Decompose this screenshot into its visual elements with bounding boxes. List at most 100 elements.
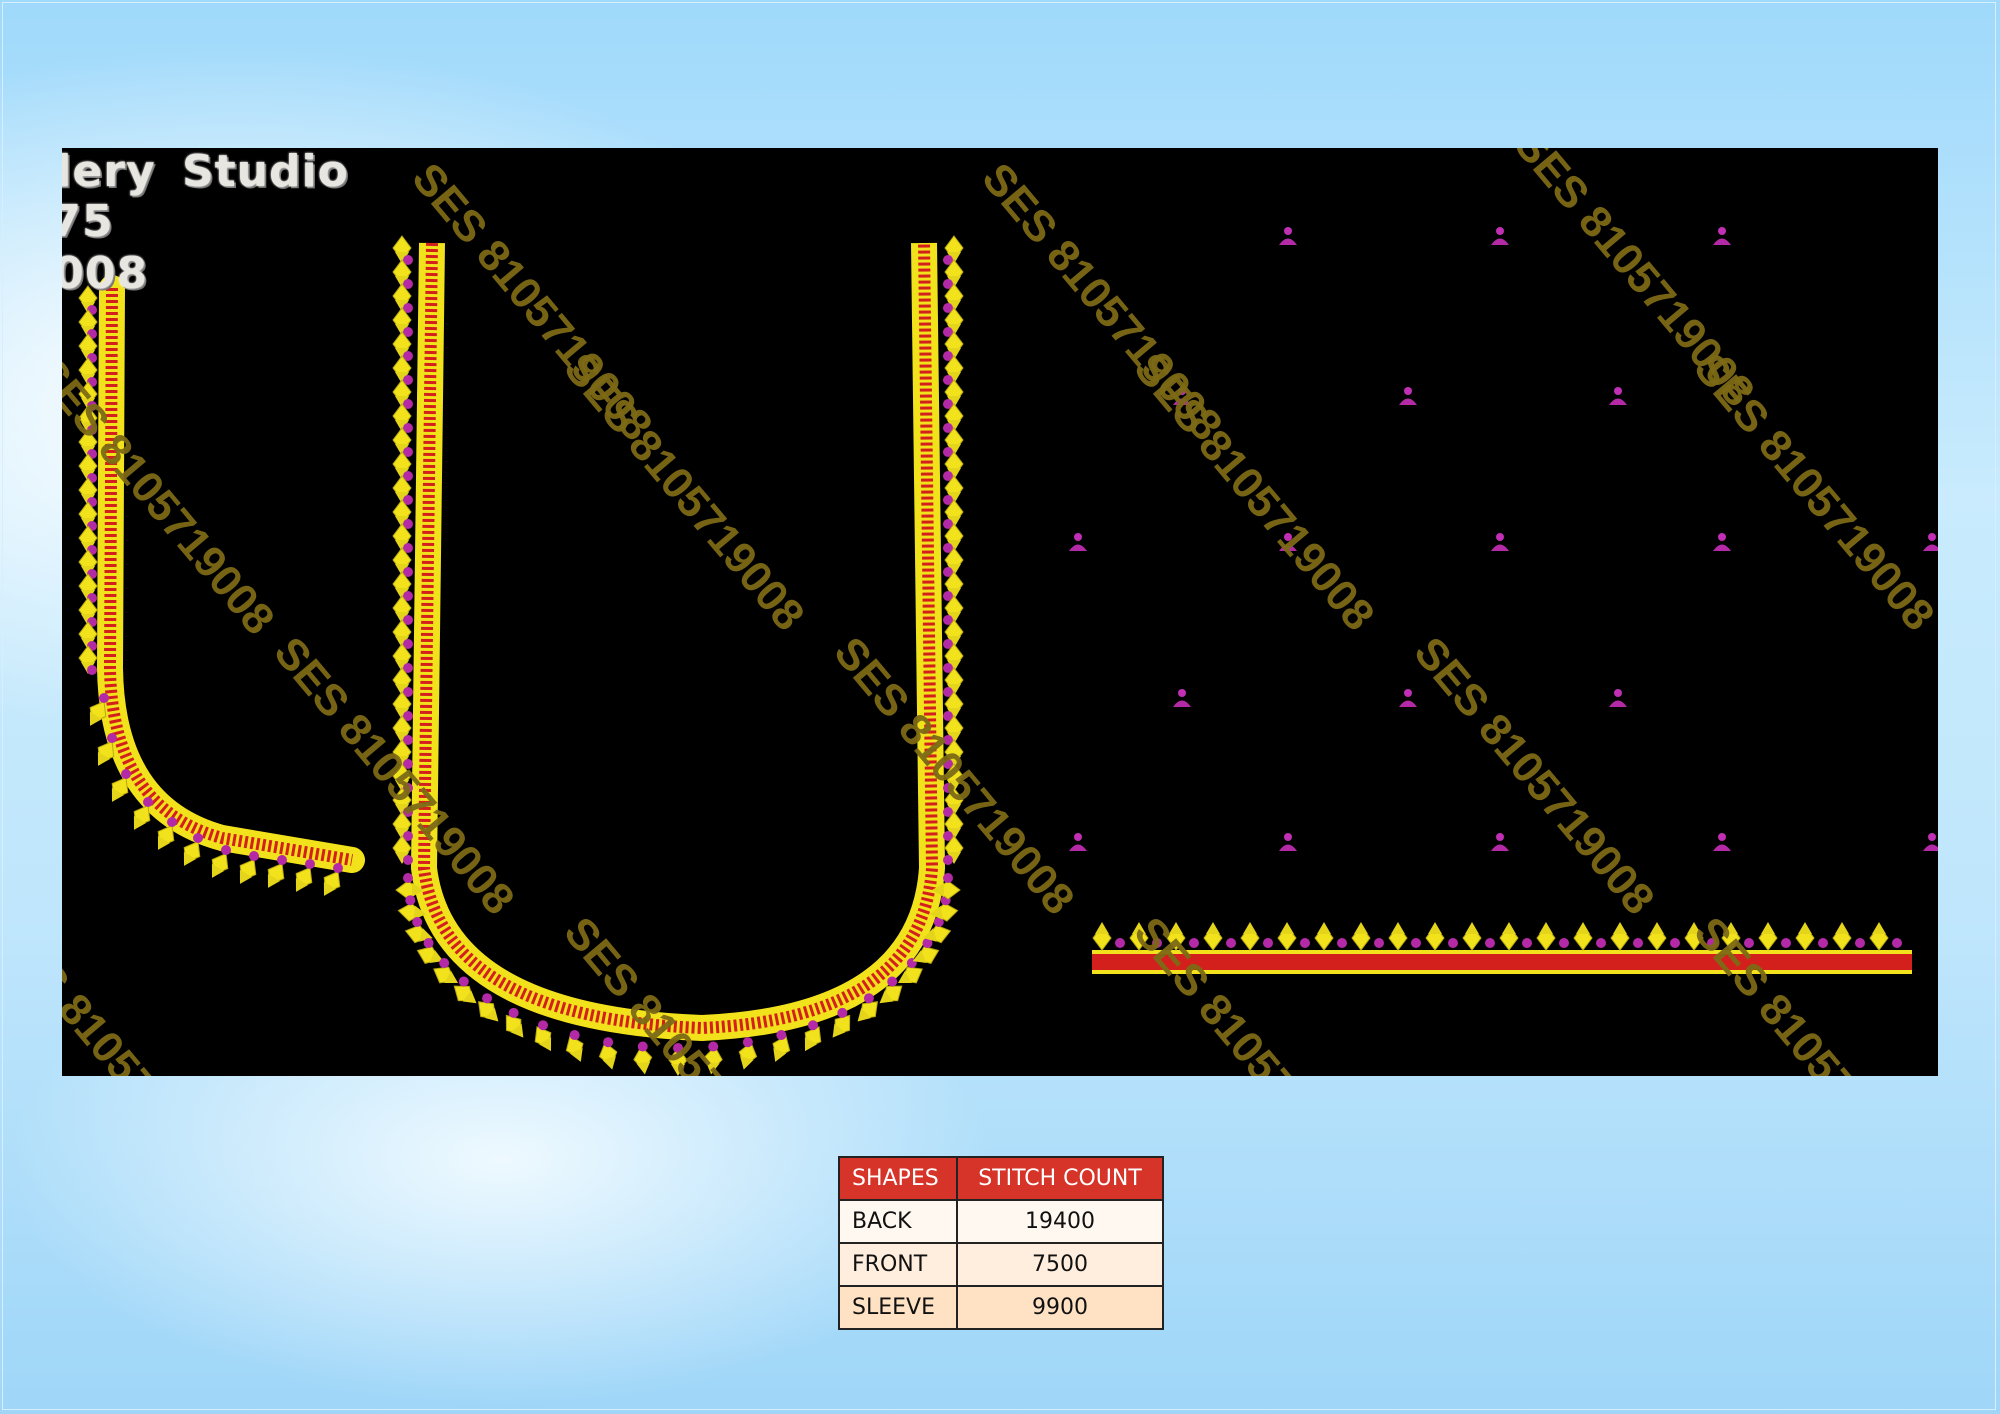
border-ornament <box>107 733 117 743</box>
border-ornament <box>231 854 263 889</box>
border-ornament <box>538 1020 548 1031</box>
count-cell: 7500 <box>956 1242 1164 1287</box>
border-ornament <box>1869 921 1889 951</box>
shape-cell: BACK <box>838 1199 958 1244</box>
border-ornament <box>1610 921 1630 951</box>
border-ornament <box>837 1007 848 1018</box>
border-ornament <box>305 859 315 869</box>
table-row: BACK 19400 <box>838 1199 1164 1244</box>
border-ornament <box>403 873 413 883</box>
border-ornament <box>249 851 259 861</box>
motif-ornament <box>1279 833 1297 851</box>
border-ornament <box>1559 938 1569 948</box>
border-ornament <box>1448 938 1458 948</box>
border-ornament <box>1781 938 1791 948</box>
motif-ornament <box>1069 533 1087 551</box>
motif-ornament <box>1713 533 1731 551</box>
table-row: SLEEVE 9900 <box>838 1285 1164 1330</box>
border-ornament <box>1855 938 1865 948</box>
border-ornament <box>1633 938 1643 948</box>
column-header-stitch-count: STITCH COUNT <box>956 1156 1164 1201</box>
border-ornament <box>1337 938 1347 948</box>
border-ornament <box>776 1030 787 1041</box>
border-ornament <box>943 855 953 865</box>
count-cell: 19400 <box>956 1199 1164 1244</box>
motif-ornament <box>1609 689 1627 707</box>
border-ornament <box>742 1037 753 1048</box>
border-ornament <box>1263 938 1273 948</box>
border-ornament <box>887 976 898 987</box>
border-ornament <box>99 693 109 703</box>
table-header-row: SHAPES STITCH COUNT <box>838 1156 1164 1201</box>
border-ornament <box>287 862 319 897</box>
border-ornament <box>863 993 874 1004</box>
border-ornament <box>405 895 416 906</box>
border-ornament <box>193 833 203 843</box>
border-ornament <box>221 845 231 855</box>
border-ornament <box>1485 938 1495 948</box>
motif-ornament <box>1491 533 1509 551</box>
table-row: FRONT 7500 <box>838 1242 1164 1287</box>
border-ornament <box>1670 938 1680 948</box>
motif-ornament <box>1279 227 1297 245</box>
border-ornament <box>1374 938 1384 948</box>
motif-ornament <box>1399 689 1417 707</box>
border-ornament <box>458 976 469 987</box>
studio-name: Shilpa's Embroidery Studio <box>62 148 349 197</box>
border-ornament <box>87 665 97 675</box>
column-header-shapes: SHAPES <box>838 1156 958 1201</box>
border-ornament <box>1092 921 1112 951</box>
border-ornament <box>603 1037 614 1048</box>
border-ornament <box>1351 921 1371 951</box>
border-ornament <box>1758 921 1778 951</box>
border-ornament <box>1522 938 1532 948</box>
border-ornament <box>1536 921 1556 951</box>
border-ornament <box>1277 921 1297 951</box>
motif-ornament <box>1923 533 1938 551</box>
motif-ornament <box>1923 833 1938 851</box>
border-ornament <box>1300 938 1310 948</box>
border-ornament <box>1226 938 1236 948</box>
border-ornament <box>1795 921 1815 951</box>
motif-ornament <box>1713 833 1731 851</box>
border-ornament <box>143 797 153 807</box>
border-ornament <box>277 855 287 865</box>
border-ornament <box>1411 938 1421 948</box>
border-ornament <box>439 958 450 968</box>
border-ornament <box>1499 921 1519 951</box>
embroidery-design-canvas: Shilpa's Embroidery Studio SES 4175 8105… <box>62 148 1938 1076</box>
border-ornament <box>1596 938 1606 948</box>
border-ornament <box>1203 921 1223 951</box>
border-ornament <box>203 848 235 883</box>
border-ornament <box>121 769 131 779</box>
count-cell: 9900 <box>956 1285 1164 1330</box>
border-ornament <box>1425 921 1445 951</box>
border-ornament <box>412 916 423 927</box>
border-ornament <box>315 866 347 901</box>
motif-ornament <box>1491 227 1509 245</box>
border-ornament <box>1314 921 1334 951</box>
motif-ornament <box>1399 387 1417 405</box>
border-ornament <box>167 817 177 827</box>
border-ornament <box>1892 938 1902 948</box>
border-ornament <box>1462 921 1482 951</box>
border-ornament <box>403 855 413 865</box>
border-ornament <box>1818 938 1828 948</box>
border-ornament <box>1647 921 1667 951</box>
border-ornament <box>569 1030 580 1041</box>
stitch-count-table: SHAPES STITCH COUNT BACK 19400 FRONT 750… <box>838 1156 1164 1330</box>
border-ornament <box>1832 921 1852 951</box>
border-ornament <box>808 1020 818 1031</box>
border-ornament <box>482 993 493 1004</box>
motif-ornament <box>1069 833 1087 851</box>
front-border <box>1092 921 1912 974</box>
motif-ornament <box>1609 387 1627 405</box>
border-ornament <box>1573 921 1593 951</box>
border-ornament <box>423 938 434 949</box>
border-ornament <box>333 863 343 873</box>
shape-cell: FRONT <box>838 1242 958 1287</box>
motif-ornament <box>1713 227 1731 245</box>
border-ornament <box>1240 921 1260 951</box>
shape-cell: SLEEVE <box>838 1285 958 1330</box>
motif-ornament <box>1173 689 1191 707</box>
